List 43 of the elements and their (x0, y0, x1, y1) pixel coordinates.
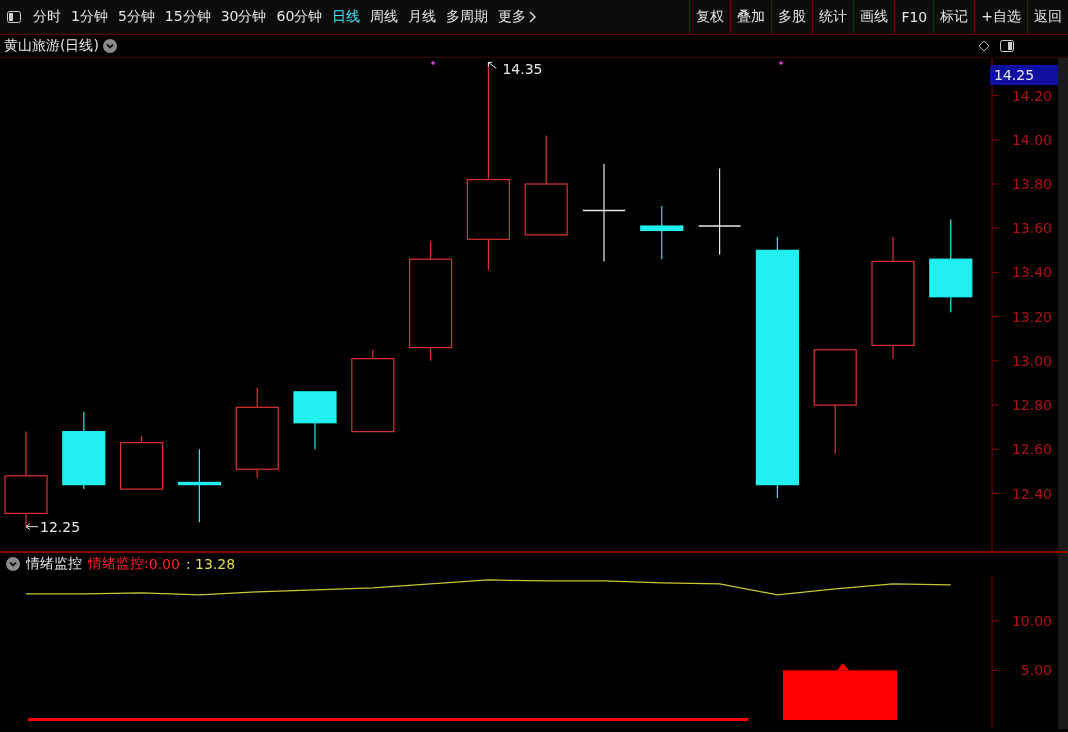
candlestick (120, 435, 164, 490)
period-tab[interactable]: 周线 (365, 0, 404, 34)
chevron-down-icon[interactable] (102, 39, 117, 53)
axis-tick-label: 12.40 (1011, 485, 1052, 502)
indicator-label: 情绪监控: (88, 555, 149, 573)
period-tab[interactable]: 1分钟 (66, 0, 113, 34)
axis-tick-label: 10.00 (1011, 612, 1052, 629)
period-tab[interactable]: 多周期 (441, 0, 494, 34)
period-tab[interactable]: 5分钟 (112, 0, 160, 34)
indicator-value: : 13.28 (185, 556, 236, 572)
high-price-label: 14.35 (502, 61, 543, 78)
axis-tick-label: 13.40 (1011, 264, 1052, 281)
signal-dot (779, 61, 783, 65)
panel-toggle-icon[interactable] (1000, 40, 1014, 52)
candlestick (640, 205, 684, 260)
chevron-right-icon (529, 11, 538, 23)
axis-tick-label: 5.00 (1020, 662, 1052, 679)
axis-tick-label: 14.20 (1011, 87, 1052, 104)
axis-tick-label: 13.20 (1011, 308, 1052, 325)
axis-tick-label: 14.00 (1011, 131, 1052, 148)
period-tab[interactable]: 月线 (403, 0, 442, 34)
diamond-icon[interactable] (978, 40, 990, 52)
indicator-name: 情绪监控 (26, 555, 82, 573)
chevron-down-icon[interactable] (6, 557, 20, 571)
candlestick (293, 391, 337, 450)
axis-tick-label: 12.60 (1011, 441, 1052, 458)
period-tab[interactable]: 15分钟 (159, 0, 216, 34)
signal-dot (431, 61, 435, 65)
axis-tick-label: 12.80 (1011, 397, 1052, 414)
more-menu[interactable]: 更多 (493, 0, 546, 34)
low-price-label: 12.25 (40, 518, 81, 535)
axis-tick-label: 13.00 (1011, 352, 1052, 369)
period-tab[interactable]: 60分钟 (271, 0, 328, 34)
period-tab[interactable]: 日线 (327, 0, 366, 34)
indicator-value: 0.00 (148, 556, 180, 572)
period-tab[interactable]: 30分钟 (215, 0, 272, 34)
axis-tick-label: 13.60 (1011, 220, 1052, 237)
chart-title: 黄山旅游(日线) (4, 37, 99, 55)
period-tab[interactable]: 分时 (28, 0, 66, 34)
arrow-icon (25, 523, 39, 531)
arrow-icon (487, 61, 497, 69)
price-badge: 14.25 (990, 65, 1058, 85)
axis-tick-label: 13.80 (1011, 176, 1052, 192)
